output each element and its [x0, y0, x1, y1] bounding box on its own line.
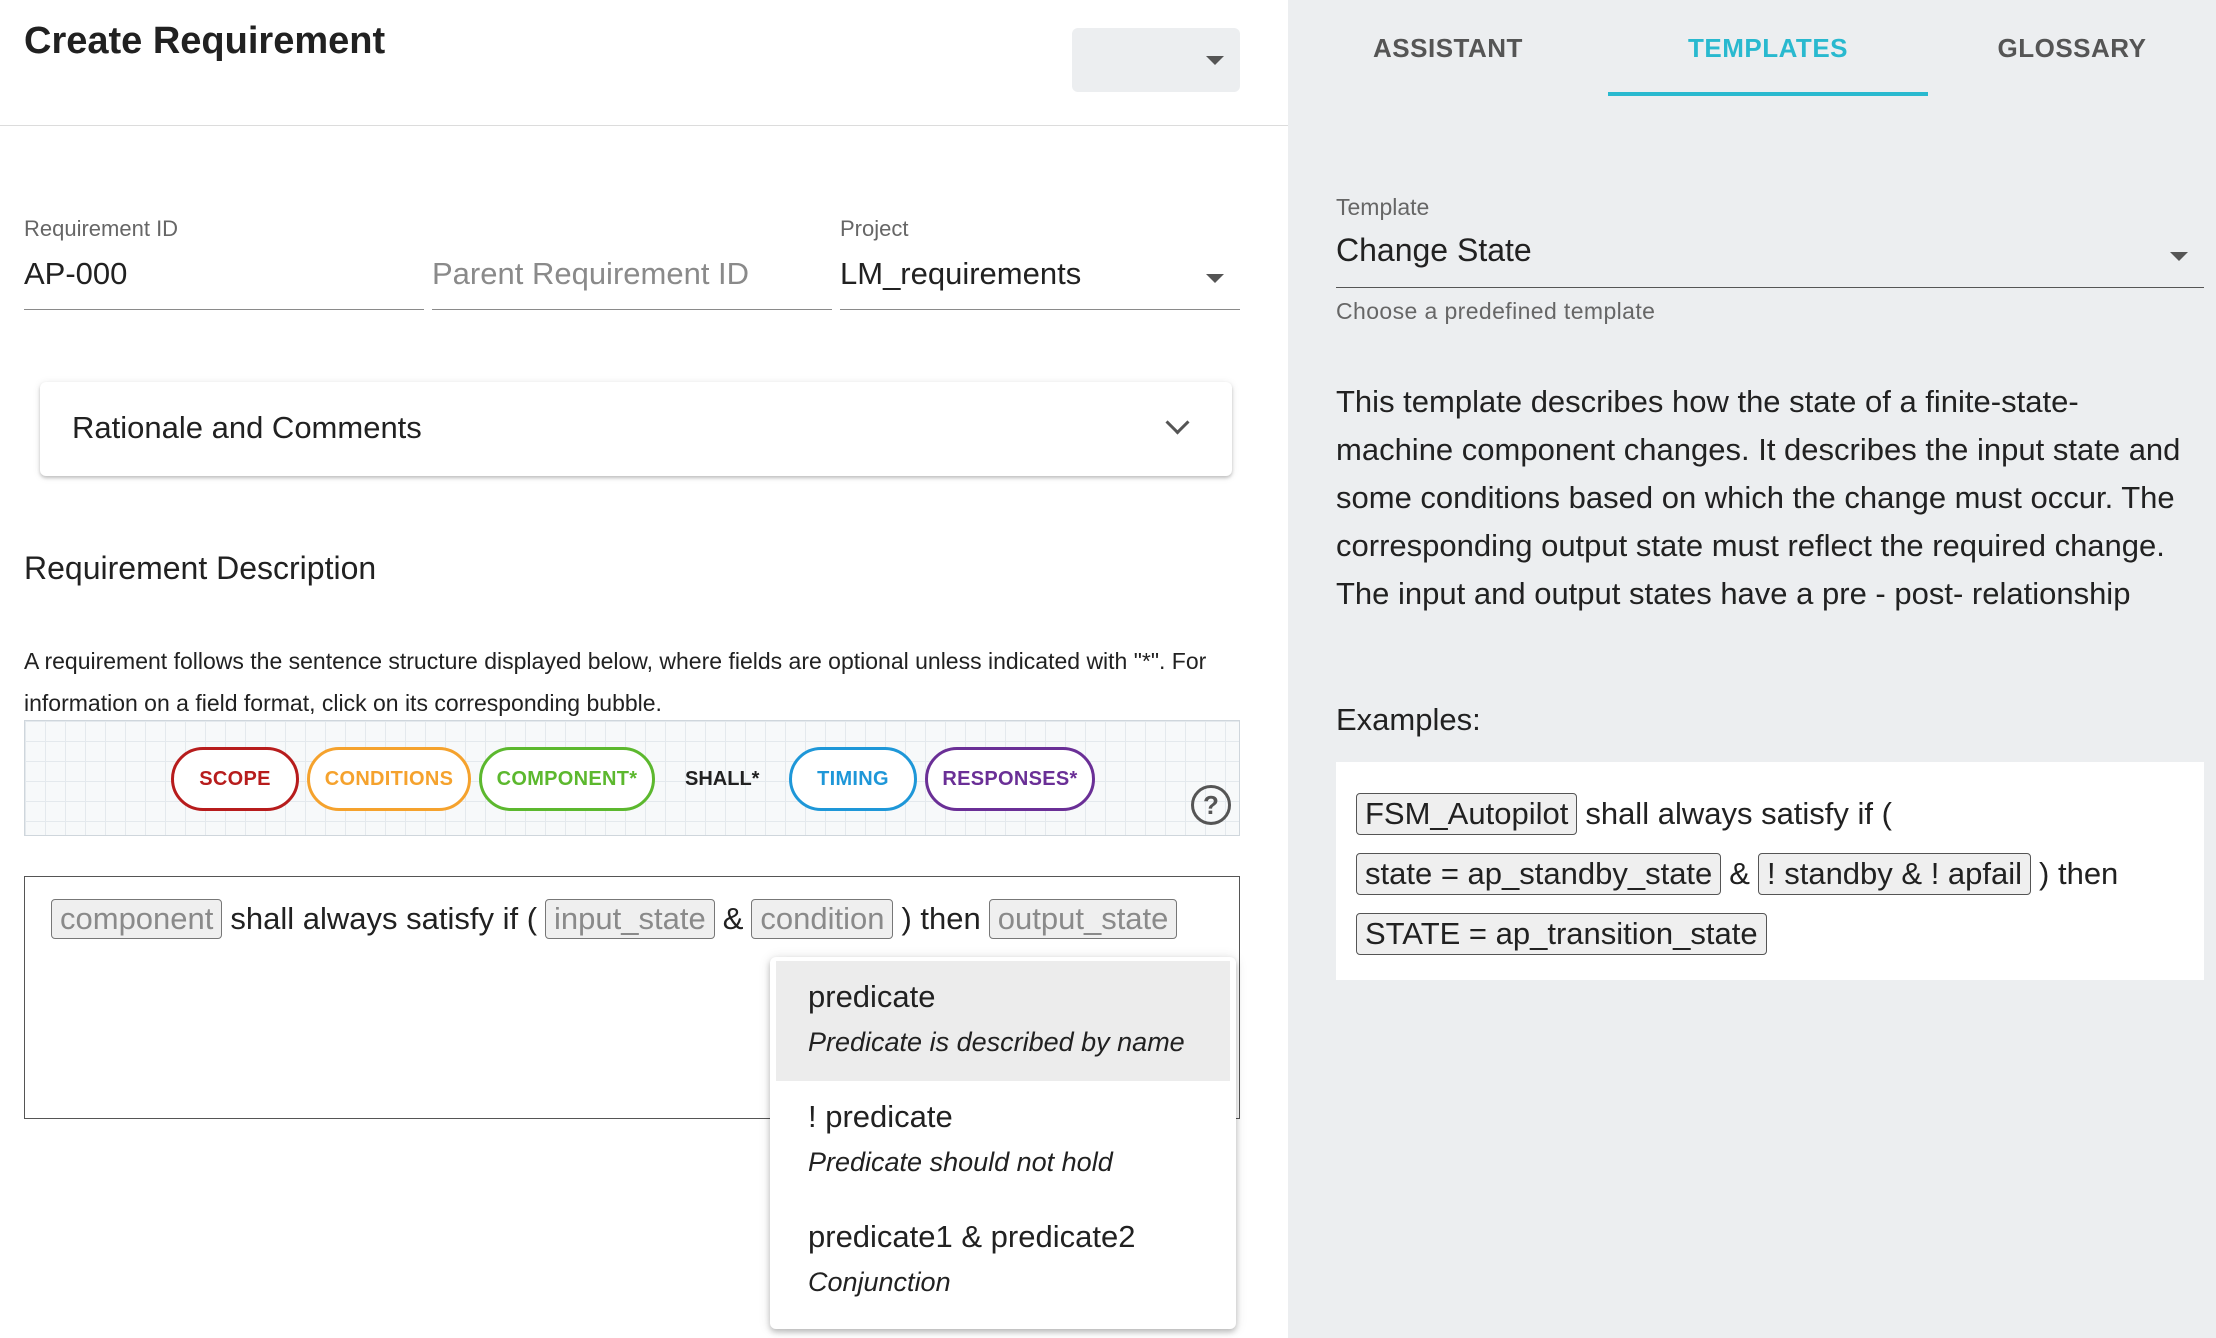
example-word: &	[1729, 856, 1750, 891]
example-chip: state = ap_standby_state	[1356, 853, 1722, 895]
example-line: FSM_Autopilot shall always satisfy if (	[1356, 784, 2184, 844]
autocomplete-item[interactable]: predicate Predicate is described by name	[776, 961, 1230, 1081]
template-select[interactable]: Change State	[1336, 228, 2204, 288]
caret-down-icon	[1206, 274, 1224, 283]
chevron-down-icon	[1165, 410, 1190, 435]
placeholder-chip[interactable]: output_state	[988, 899, 1178, 939]
requirement-description-help: A requirement follows the sentence struc…	[24, 648, 1207, 716]
help-icon[interactable]: ?	[1191, 785, 1231, 825]
template-label: Template	[1336, 194, 1430, 220]
editor-text: component shall always satisfy if (input_…	[47, 899, 1181, 939]
template-example: FSM_Autopilot shall always satisfy if (st…	[1336, 762, 2204, 980]
version-select[interactable]	[1072, 28, 1240, 92]
placeholder-chip[interactable]: input_state	[545, 899, 715, 939]
editor-word: &	[722, 901, 744, 936]
create-requirement-panel: Create Requirement Requirement ID AP-000…	[0, 0, 1288, 1338]
parent-requirement-id-placeholder: Parent Requirement ID	[432, 256, 750, 291]
autocomplete-item[interactable]: ! predicate Predicate should not hold	[776, 1081, 1230, 1201]
tab-glossary[interactable]: GLOSSARY	[1928, 0, 2216, 96]
project-label: Project	[840, 216, 909, 241]
template-description: This template describes how the state of…	[1336, 384, 2181, 611]
caret-down-icon	[2170, 252, 2188, 261]
component-bubble[interactable]: COMPONENT*	[479, 747, 655, 811]
example-word: shall always satisfy if (	[1585, 796, 1892, 831]
responses-bubble[interactable]: RESPONSES*	[925, 747, 1095, 811]
rationale-accordion-title: Rationale and Comments	[72, 410, 422, 445]
requirement-description-title: Requirement Description	[24, 550, 377, 586]
requirement-id-value: AP-000	[24, 256, 128, 291]
template-value: Change State	[1336, 232, 1532, 268]
example-chip: FSM_Autopilot	[1356, 793, 1578, 835]
example-chip: ! standby & ! apfail	[1757, 853, 2032, 895]
caret-down-icon	[1206, 56, 1224, 65]
placeholder-chip[interactable]: component	[51, 899, 223, 939]
timing-bubble[interactable]: TIMING	[789, 747, 917, 811]
scope-bubble[interactable]: SCOPE	[171, 747, 299, 811]
dialog-header: Create Requirement	[0, 0, 1288, 126]
sentence-structure: SCOPE CONDITIONS COMPONENT* SHALL* TIMIN…	[24, 720, 1240, 836]
shall-label: SHALL*	[685, 767, 760, 790]
requirement-id-input[interactable]: AP-000	[24, 256, 424, 310]
editor-word: ) then	[901, 901, 981, 936]
conditions-bubble[interactable]: CONDITIONS	[307, 747, 471, 811]
editor-word: shall always satisfy if (	[230, 901, 538, 936]
tab-assistant[interactable]: ASSISTANT	[1288, 0, 1608, 96]
placeholder-chip[interactable]: condition	[751, 899, 894, 939]
autocomplete-item[interactable]: predicate1 & predicate2 Conjunction	[776, 1201, 1230, 1321]
dialog-title: Create Requirement	[24, 20, 386, 62]
examples-label: Examples:	[1336, 702, 1481, 737]
example-line: STATE = ap_transition_state	[1356, 904, 2184, 964]
rationale-accordion[interactable]: Rationale and Comments	[40, 382, 1232, 476]
requirement-id-label: Requirement ID	[24, 216, 179, 241]
parent-requirement-id-input[interactable]: Parent Requirement ID	[432, 256, 832, 310]
example-chip: STATE = ap_transition_state	[1356, 913, 1767, 955]
autocomplete-menu: predicate Predicate is described by name…	[770, 957, 1236, 1329]
example-word: ) then	[2039, 856, 2119, 891]
tab-templates[interactable]: TEMPLATES	[1608, 0, 1928, 96]
assistant-sidebar: ASSISTANT TEMPLATES GLOSSARY Template Ch…	[1288, 0, 2216, 1338]
project-value: LM_requirements	[840, 256, 1082, 291]
project-select[interactable]: LM_requirements	[840, 256, 1240, 310]
example-line: state = ap_standby_state &! standby & ! a…	[1356, 844, 2184, 904]
template-hint: Choose a predefined template	[1336, 298, 1656, 324]
active-tab-indicator	[1608, 92, 1928, 96]
